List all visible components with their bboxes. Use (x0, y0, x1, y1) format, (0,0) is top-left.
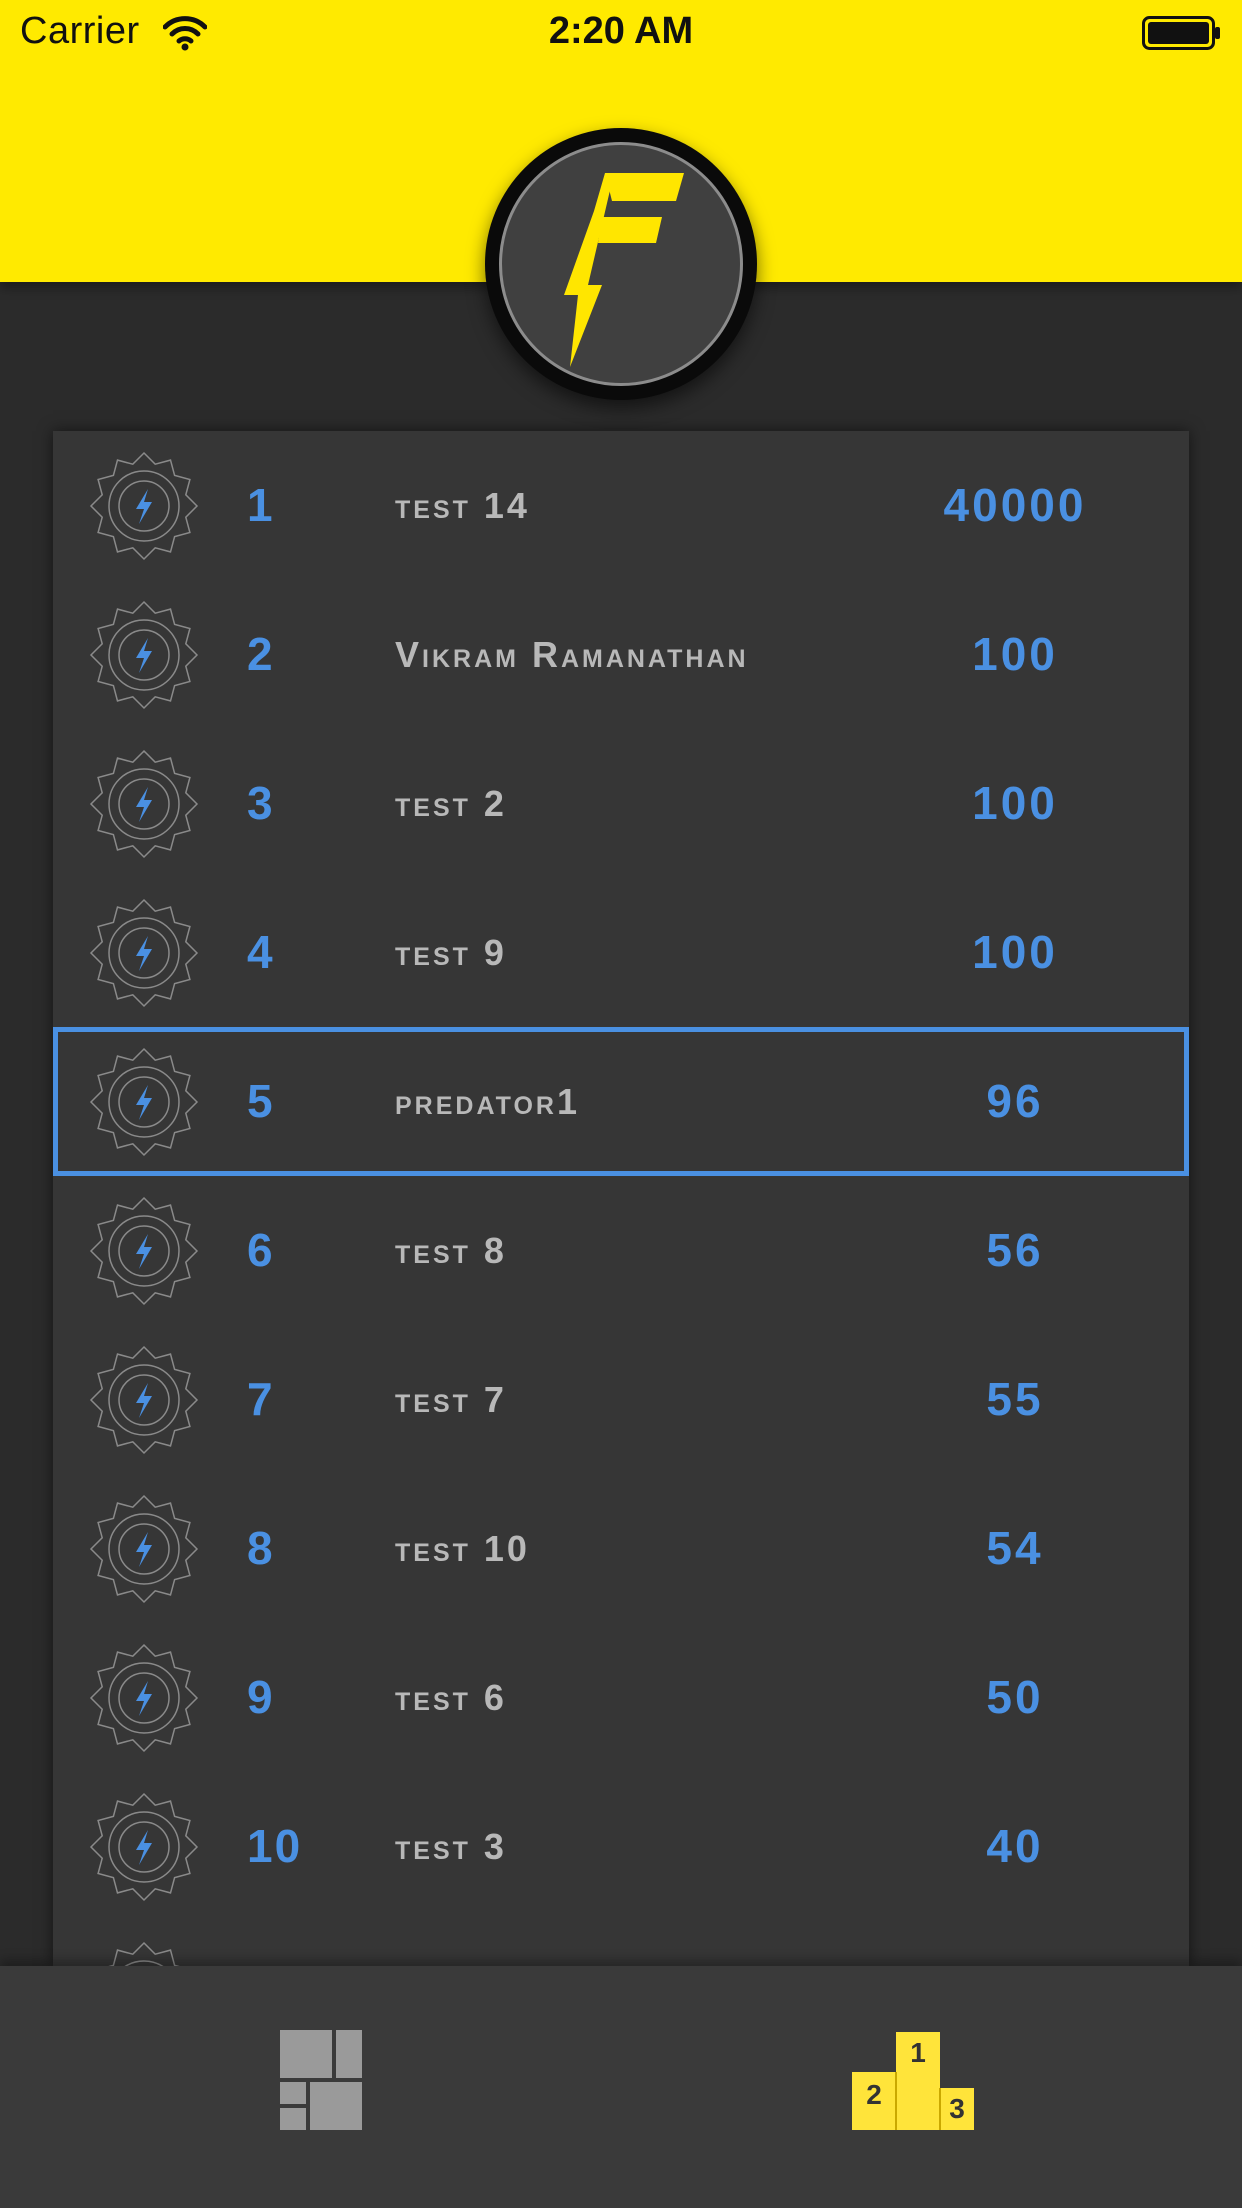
player-name: Vikram Ramanathan (395, 634, 749, 675)
leaderboard-row[interactable]: 10 test 3 40 (53, 1772, 1189, 1921)
lightning-badge-icon (89, 600, 199, 710)
lightning-badge-icon (89, 451, 199, 561)
lightning-badge-icon (89, 1494, 199, 1604)
logo-disc (499, 142, 743, 386)
player-score: 100 (972, 926, 1058, 978)
lightning-badge-icon (89, 1792, 199, 1902)
player-name: test 7 (395, 1379, 507, 1420)
lightning-badge-icon (89, 1643, 199, 1753)
lightning-f-logo-icon (564, 173, 684, 367)
player-score: 56 (986, 1224, 1044, 1276)
leaderboard-row[interactable]: 2 Vikram Ramanathan 100 (53, 580, 1189, 729)
player-name: test 3 (395, 1826, 507, 1867)
rank-number: 9 (247, 1671, 275, 1723)
rank-number: 5 (247, 1075, 275, 1127)
rank-number: 2 (247, 628, 275, 680)
lightning-badge-icon (89, 898, 199, 1008)
player-score: 40000 (943, 479, 1087, 531)
tab-bar: 1 2 3 (0, 1966, 1242, 2208)
lightning-badge-icon (89, 749, 199, 859)
leaderboard-row[interactable]: 1 test 14 40000 (53, 431, 1189, 580)
status-bar: Carrier 2:20 AM (0, 0, 1242, 66)
player-name: test 6 (395, 1677, 507, 1718)
player-name: predator1 (395, 1081, 580, 1122)
player-name: test 10 (395, 1528, 530, 1569)
leaderboard-row[interactable]: 7 test 7 55 (53, 1325, 1189, 1474)
player-name: test 8 (395, 1230, 507, 1271)
lightning-badge-icon (108, 1941, 180, 1966)
rank-number: 10 (247, 1820, 303, 1872)
rank-number: 3 (247, 777, 275, 829)
podium-icon[interactable]: 1 2 3 (848, 2026, 978, 2136)
lightning-badge-icon (89, 1047, 199, 1157)
status-time: 2:20 AM (548, 10, 694, 52)
player-name: test 14 (395, 485, 530, 526)
leaderboard-row-current-user[interactable]: 5 predator1 96 (53, 1027, 1189, 1176)
player-score: 50 (986, 1671, 1044, 1723)
player-score: 54 (986, 1522, 1044, 1574)
leaderboard-row[interactable]: 6 test 8 56 (53, 1176, 1189, 1325)
player-name: test 2 (395, 783, 507, 824)
lightning-badge-icon (89, 1345, 199, 1455)
leaderboard-row-partial[interactable] (53, 1921, 1189, 1966)
battery-icon (1142, 16, 1220, 50)
podium-second-label: 2 (866, 2079, 882, 2110)
podium-third-label: 3 (949, 2093, 965, 2124)
podium-first-label: 1 (910, 2037, 926, 2068)
leaderboard-list[interactable]: 1 test 14 40000 2 Vikram Ramanathan 100 … (53, 431, 1189, 1966)
lightning-badge-icon (89, 1196, 199, 1306)
dashboard-tiles-icon[interactable] (270, 2026, 370, 2136)
rank-number: 1 (247, 479, 275, 531)
rank-number: 7 (247, 1373, 275, 1425)
player-score: 100 (972, 777, 1058, 829)
leaderboard-row[interactable]: 3 test 2 100 (53, 729, 1189, 878)
player-score: 55 (986, 1373, 1044, 1425)
player-name: test 9 (395, 932, 507, 973)
player-score: 96 (986, 1075, 1044, 1127)
player-score: 40 (986, 1820, 1044, 1872)
rank-number: 4 (247, 926, 275, 978)
player-score: 100 (972, 628, 1058, 680)
leaderboard-row[interactable]: 9 test 6 50 (53, 1623, 1189, 1772)
rank-number: 6 (247, 1224, 275, 1276)
app-logo (485, 128, 757, 400)
rank-number: 8 (247, 1522, 275, 1574)
leaderboard-row[interactable]: 8 test 10 54 (53, 1474, 1189, 1623)
leaderboard-row[interactable]: 4 test 9 100 (53, 878, 1189, 1027)
